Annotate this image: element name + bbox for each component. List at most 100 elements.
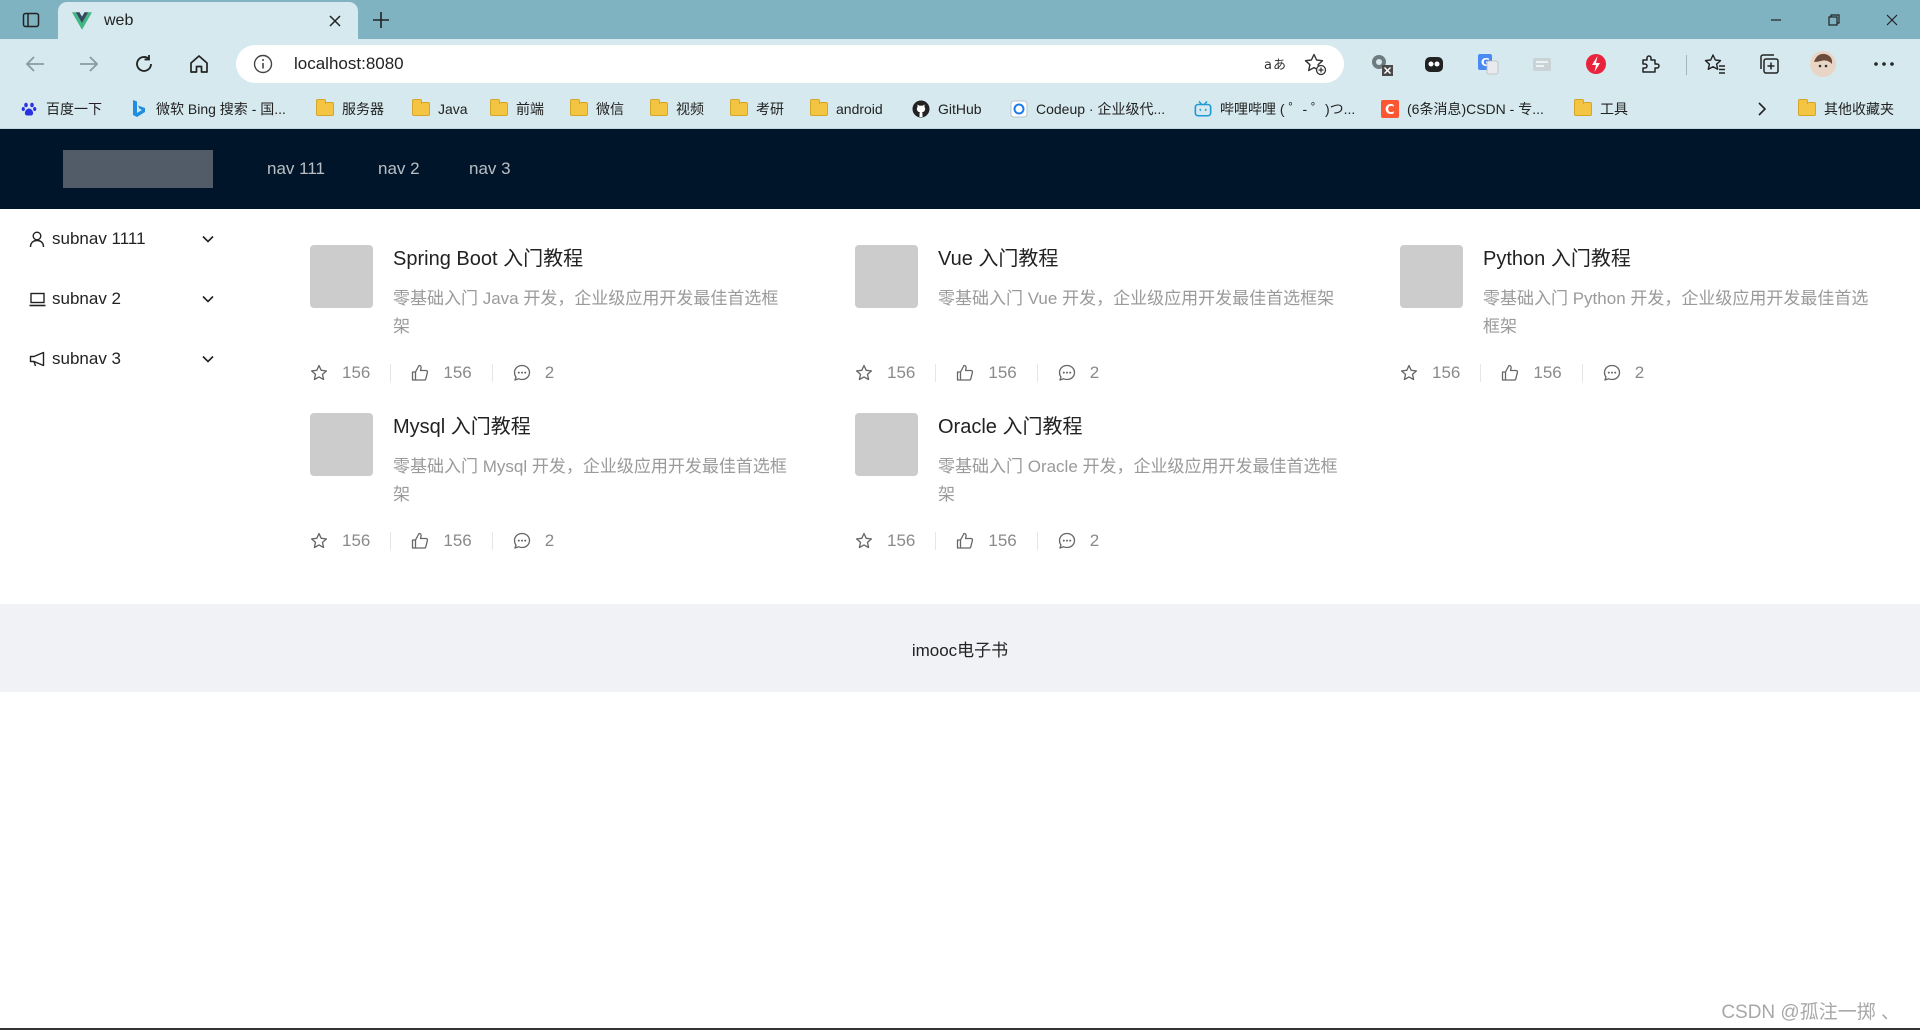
browser-tab[interactable]: web: [58, 2, 358, 39]
app-header: nav 111 nav 2 nav 3: [0, 129, 1920, 209]
like-action[interactable]: 156: [390, 531, 491, 550]
bookmark-item[interactable]: Java: [412, 97, 468, 121]
star-action[interactable]: 156: [1400, 363, 1480, 382]
extensions-puzzle-icon[interactable]: [1634, 48, 1666, 80]
new-tab-button[interactable]: [366, 6, 396, 34]
restore-button[interactable]: [1805, 0, 1863, 39]
home-button[interactable]: [182, 48, 216, 80]
like-icon: [412, 532, 429, 549]
comment-action[interactable]: 2: [491, 531, 574, 550]
list-item-description: 零基础入门 Oracle 开发，企业级应用开发最佳首选框架: [938, 457, 1338, 504]
avatar: [310, 413, 373, 476]
minimize-button[interactable]: [1747, 0, 1805, 39]
star-action[interactable]: 156: [310, 363, 390, 382]
profile-avatar[interactable]: [1807, 48, 1839, 80]
bookmark-item[interactable]: 微软 Bing 搜索 - 国...: [130, 97, 286, 121]
chevron-down-icon: [200, 351, 216, 367]
bookmark-item[interactable]: 微信: [570, 97, 624, 121]
flash-extension-icon[interactable]: [1580, 48, 1612, 80]
arrow-right-icon: [80, 56, 99, 72]
csdn-icon: C: [1381, 100, 1399, 118]
star-action[interactable]: 156: [855, 531, 935, 550]
browser-toolbar: localhost:8080 aあ G: [0, 39, 1920, 89]
comment-count: 2: [544, 363, 555, 382]
bookmarks-overflow-button[interactable]: [1756, 97, 1768, 121]
google-translate-icon[interactable]: G: [1472, 48, 1504, 80]
favorites-icon[interactable]: [1699, 48, 1731, 80]
like-count: 156: [443, 531, 472, 550]
list-item-title[interactable]: Oracle 入门教程: [938, 413, 1082, 441]
avatar: [855, 413, 918, 476]
list-item-title[interactable]: Mysql 入门教程: [393, 413, 531, 441]
refresh-button[interactable]: [127, 48, 161, 80]
tab-close-icon[interactable]: [324, 10, 346, 32]
like-action[interactable]: 156: [935, 363, 1036, 382]
bookmark-item[interactable]: 工具: [1574, 97, 1628, 121]
close-icon: [1886, 14, 1898, 25]
sidebar-item-subnav-2[interactable]: subnav 2: [0, 279, 244, 319]
page-footer: imooc电子书: [0, 604, 1920, 692]
star-action[interactable]: 156: [855, 363, 935, 382]
bookmark-item[interactable]: 哔哩哔哩 ( ゜- ゜)つ...: [1194, 97, 1355, 121]
logo-placeholder: [63, 150, 213, 188]
bookmark-item[interactable]: Codeup · 企业级代...: [1010, 97, 1165, 121]
bookmark-label: android: [836, 101, 883, 117]
bookmark-item[interactable]: 前端: [490, 97, 544, 121]
bookmark-item[interactable]: android: [810, 97, 883, 121]
list-item: Python 入门教程 零基础入门 Python 开发，企业级应用开发最佳首选框…: [1400, 245, 1920, 405]
nav-item-3[interactable]: nav 3: [469, 129, 511, 209]
forward-button[interactable]: [72, 48, 106, 80]
bookmark-item[interactable]: 服务器: [316, 97, 384, 121]
like-count: 156: [988, 531, 1017, 550]
like-count: 156: [988, 363, 1017, 382]
comment-action[interactable]: 2: [1036, 531, 1119, 550]
list-item-title[interactable]: Vue 入门教程: [938, 245, 1058, 273]
like-action[interactable]: 156: [935, 531, 1036, 550]
reader-extension-icon[interactable]: [1526, 48, 1558, 80]
tab-actions-button[interactable]: [14, 8, 48, 32]
like-action[interactable]: 156: [1480, 363, 1581, 382]
bookmark-label: 百度一下: [46, 101, 102, 117]
comment-action[interactable]: 2: [1036, 363, 1119, 382]
list-item-title[interactable]: Python 入门教程: [1483, 245, 1631, 273]
bookmark-item[interactable]: C (6条消息)CSDN - 专...: [1381, 97, 1544, 121]
bookmark-item[interactable]: 考研: [730, 97, 784, 121]
close-window-button[interactable]: [1863, 0, 1920, 39]
bookmark-item[interactable]: 视频: [650, 97, 704, 121]
comment-action[interactable]: 2: [491, 363, 574, 382]
add-favorite-icon[interactable]: [1300, 49, 1330, 79]
url-text[interactable]: localhost:8080: [294, 54, 1250, 74]
folder-icon: [570, 99, 588, 117]
bookmark-label: 工具: [1600, 101, 1628, 117]
nav-item-2[interactable]: nav 2: [378, 129, 420, 209]
list-item-description: 零基础入门 Vue 开发，企业级应用开发最佳首选框架: [938, 289, 1335, 308]
bookmark-item[interactable]: 百度一下: [20, 97, 102, 121]
bookmark-item[interactable]: GitHub: [912, 97, 982, 121]
folder-icon: [316, 99, 334, 117]
toolbar-separator: [1686, 55, 1687, 75]
list-item-description: 零基础入门 Python 开发，企业级应用开发最佳首选框架: [1483, 289, 1869, 336]
list-item-actions: 156 156 2: [1400, 361, 1664, 385]
sidebar-item-subnav-1[interactable]: subnav 1111: [0, 219, 244, 259]
folder-icon: [412, 99, 430, 117]
list-item-description: 零基础入门 Mysql 开发，企业级应用开发最佳首选框架: [393, 457, 787, 504]
other-bookmarks-folder[interactable]: 其他收藏夹: [1798, 97, 1894, 121]
sidebar-item-label: subnav 2: [52, 289, 121, 308]
comment-action[interactable]: 2: [1581, 363, 1664, 382]
more-menu-icon[interactable]: [1868, 48, 1900, 80]
refresh-icon: [136, 55, 152, 72]
sidebar-item-subnav-3[interactable]: subnav 3: [0, 339, 244, 379]
star-icon: [1400, 364, 1418, 381]
collections-icon[interactable]: [1753, 48, 1785, 80]
star-action[interactable]: 156: [310, 531, 390, 550]
back-button[interactable]: [18, 48, 52, 80]
list-item-title[interactable]: Spring Boot 入门教程: [393, 245, 583, 273]
ghost-extension-icon[interactable]: [1418, 48, 1450, 80]
info-icon[interactable]: [252, 53, 274, 75]
translate-icon[interactable]: aあ: [1260, 49, 1290, 79]
address-bar[interactable]: localhost:8080 aあ: [236, 45, 1344, 83]
nav-item-1[interactable]: nav 111: [267, 129, 325, 209]
vue-logo-icon: [72, 11, 92, 30]
like-action[interactable]: 156: [390, 363, 491, 382]
extension-settings-icon[interactable]: [1365, 48, 1397, 80]
